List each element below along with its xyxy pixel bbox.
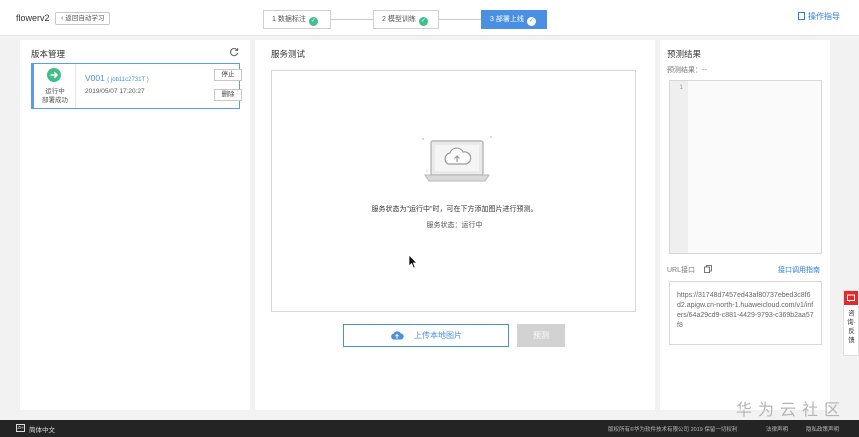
version-card[interactable]: 运行中 部署成功 V001 ( job11c2731T ) 2019/05/07… — [31, 63, 242, 109]
top-bar: flowerv2 ‹ 返回自动学习 1 数据标注 ✓ 2 模型训练 ✓ 3 部署上线 ✓… — [0, 0, 859, 36]
document-icon — [798, 12, 805, 20]
check-icon: ✓ — [308, 17, 318, 26]
step-label: 3 部署上线 — [490, 16, 524, 23]
refresh-icon[interactable] — [229, 47, 239, 57]
service-status: 服务状态：运行中 — [426, 222, 483, 229]
url-value[interactable]: https://31748d7457ed43af80737ebed3c8f6d2… — [669, 281, 822, 345]
step-connector — [439, 19, 481, 20]
copy-icon[interactable] — [704, 265, 712, 273]
version-management-panel: 版本管理 运行中 部署成功 V001 ( job11c2731T ) 2019/… — [20, 40, 250, 410]
api-guide-link[interactable]: 接口调用指南 — [778, 265, 820, 275]
status-deployed: 部署成功 — [42, 97, 68, 104]
laptop-cloud-icon — [422, 136, 492, 182]
upload-local-image-button[interactable]: 上传本地图片 — [343, 324, 509, 347]
version-number: V001 — [85, 73, 105, 83]
panel-title: 服务测试 — [271, 49, 306, 59]
image-drop-area[interactable]: 服务状态为"运行中"时，可在下方添加图片进行预测。 服务状态：运行中 — [271, 70, 636, 312]
app-name: flowerv2 — [16, 13, 50, 23]
job-id: ( job11c2731T ) — [107, 77, 149, 83]
watermark: 华为云社区 — [736, 400, 847, 419]
step-model-training[interactable]: 2 模型训练 ✓ — [373, 10, 439, 29]
step-connector — [331, 19, 373, 20]
step-data-labeling[interactable]: 1 数据标注 ✓ — [263, 10, 331, 29]
result-code-viewer[interactable]: 1 — [669, 80, 822, 254]
delete-button[interactable]: 删除 — [214, 89, 242, 101]
version-status: 运行中 部署成功 — [34, 64, 76, 108]
check-icon: ✓ — [526, 17, 536, 26]
privacy-link[interactable]: 隐私政策声明 — [806, 425, 839, 433]
url-label: URL接口 — [667, 267, 696, 274]
chevron-left-icon: ‹ — [61, 15, 64, 22]
operation-guide-link[interactable]: 操作指导 — [798, 11, 840, 22]
legal-notice-link[interactable]: 法律声明 — [766, 425, 788, 433]
feedback-widget[interactable]: 咨询·反馈 — [843, 290, 859, 356]
language-icon: ZH — [16, 424, 25, 432]
upload-label: 上传本地图片 — [414, 331, 462, 340]
stop-button[interactable]: 停止 — [214, 69, 242, 81]
cloud-upload-icon — [391, 331, 404, 340]
back-label: 返回自动学习 — [65, 15, 105, 22]
language-selector[interactable]: 简体中文 — [29, 424, 55, 434]
predict-button[interactable]: 预测 — [517, 324, 565, 347]
panel-title: 版本管理 — [31, 49, 66, 59]
check-icon: ✓ — [418, 17, 428, 26]
version-name[interactable]: V001 ( job11c2731T ) — [85, 73, 149, 83]
footer: ZH 简体中文 版权所有©华为软件技术有限公司 2019 保留一切权利 法律声明… — [0, 420, 859, 437]
back-to-auto-learning-button[interactable]: ‹ 返回自动学习 — [55, 12, 111, 25]
guide-label: 操作指导 — [808, 12, 840, 21]
service-hint: 服务状态为"运行中"时，可在下方添加图片进行预测。 — [371, 206, 538, 213]
panel-title: 预测结果 — [667, 49, 702, 59]
prediction-result-panel: 预测结果 预测结果：-- 1 URL接口 接口调用指南 https://3174… — [660, 40, 830, 410]
arrow-right-icon — [47, 68, 61, 82]
service-test-panel: 服务测试 服务状态为"运行中"时，可在下方添加图片进行预测。 服务状态：运行中 … — [255, 40, 655, 410]
mouse-cursor-icon — [408, 254, 418, 269]
prediction-result-label: 预测结果：-- — [667, 67, 707, 74]
step-label: 1 数据标注 — [272, 16, 306, 23]
feedback-label: 咨询·反馈 — [847, 310, 856, 344]
line-number: 1 — [670, 81, 688, 253]
feedback-icon — [844, 291, 858, 305]
copyright: 版权所有©华为软件技术有限公司 2019 保留一切权利 — [608, 427, 738, 433]
version-time: 2019/05/07 17:20:27 — [85, 88, 145, 95]
step-deployment[interactable]: 3 部署上线 ✓ — [481, 10, 547, 29]
step-label: 2 模型训练 — [382, 16, 416, 23]
